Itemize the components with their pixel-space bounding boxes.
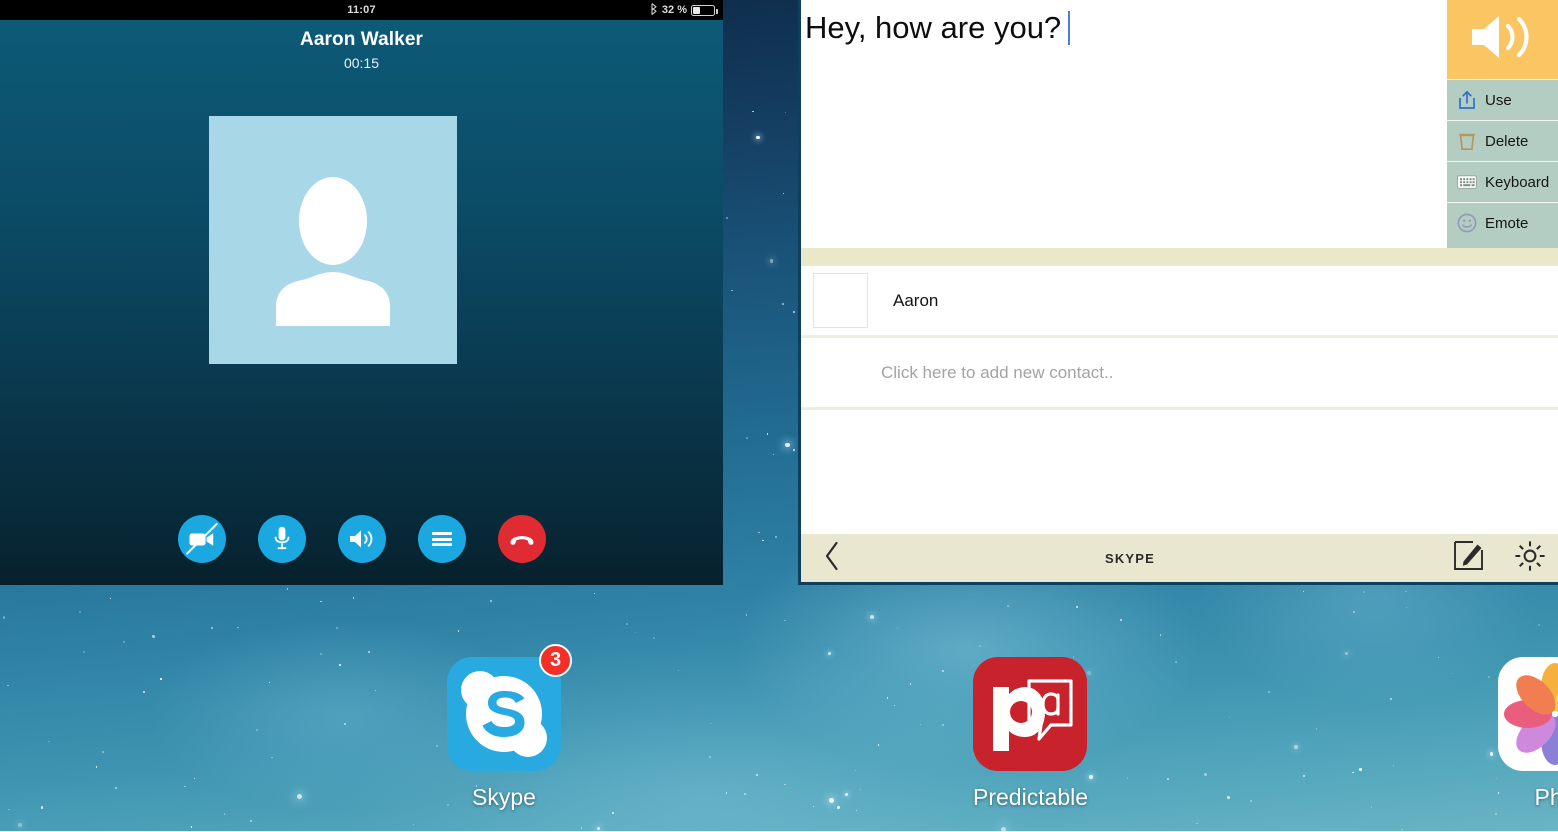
status-bar-clock: 11:07: [0, 4, 723, 16]
speak-aloud-button[interactable]: [1447, 0, 1558, 79]
app-predictable: Predictable: [973, 657, 1088, 811]
battery-percent-label: 32 %: [662, 4, 687, 16]
battery-fill: [693, 7, 700, 14]
table-row[interactable]: Aaron: [801, 266, 1558, 338]
app-label: Predictable: [973, 784, 1088, 811]
speaker-loud-icon: [1468, 12, 1538, 67]
end-call-button[interactable]: [498, 515, 546, 563]
person-placeholder-icon: [209, 176, 457, 326]
predictable-app-icon[interactable]: [973, 657, 1087, 771]
aac-action-sidebar: Use Delete: [1447, 0, 1558, 248]
battery-icon: [691, 5, 715, 16]
skype-app-icon[interactable]: 3: [447, 657, 561, 771]
page-title: SKYPE: [823, 551, 1437, 566]
section-divider-band: [801, 248, 1558, 266]
callee-name: Aaron Walker: [0, 29, 723, 51]
settings-button[interactable]: [1499, 539, 1558, 578]
app-label: Skype: [447, 784, 561, 811]
app-skype: 3 Skype: [447, 657, 561, 811]
hamburger-line: [432, 538, 452, 541]
message-compose-area[interactable]: Hey, how are you?: [801, 0, 1450, 245]
sidebar-item-label: Delete: [1485, 133, 1528, 150]
gear-icon: [1513, 539, 1547, 578]
call-duration: 00:15: [0, 55, 723, 71]
sidebar-item-emote[interactable]: Emote: [1447, 202, 1558, 243]
app-label: Pho: [1498, 784, 1558, 811]
speaker-button[interactable]: [338, 515, 386, 563]
sidebar-item-use[interactable]: Use: [1447, 79, 1558, 120]
skype-logo-icon: [447, 758, 561, 775]
photos-logo-icon: [1498, 758, 1558, 771]
skype-call-window: 11:07 32 % Aaron Walker 00:15: [0, 0, 723, 585]
smiley-face-icon: [1456, 212, 1478, 234]
compose-button[interactable]: [1437, 540, 1499, 576]
sidebar-item-delete[interactable]: Delete: [1447, 120, 1558, 161]
sidebar-item-label: Keyboard: [1485, 174, 1549, 191]
aac-bottom-toolbar: SKYPE: [801, 534, 1558, 582]
text-cursor: [1068, 11, 1070, 45]
app-photos: Pho: [1498, 657, 1558, 811]
sidebar-item-label: Emote: [1485, 215, 1528, 232]
compose-text: Hey, how are you?: [805, 10, 1061, 45]
callee-avatar: [209, 116, 457, 364]
sidebar-item-label: Use: [1485, 92, 1512, 109]
add-contact-placeholder: Click here to add new contact..: [881, 363, 1113, 383]
hamburger-line: [432, 543, 452, 546]
compose-pencil-square-icon: [1453, 540, 1484, 576]
call-controls-bar: [0, 515, 723, 563]
more-options-button[interactable]: [418, 515, 466, 563]
contact-name: Aaron: [893, 291, 938, 311]
contact-list: Aaron Click here to add new contact..: [801, 266, 1558, 410]
status-bar-right-cluster: 32 %: [650, 3, 715, 17]
mute-microphone-button[interactable]: [258, 515, 306, 563]
keyboard-keypad-icon: [1456, 171, 1478, 193]
hamburger-line: [432, 532, 452, 535]
sidebar-item-keyboard[interactable]: Keyboard: [1447, 161, 1558, 202]
add-new-contact-row[interactable]: Click here to add new contact..: [801, 338, 1558, 410]
predictable-aac-window: Hey, how are you? Use: [798, 0, 1558, 585]
share-up-box-icon: [1456, 89, 1478, 111]
ios-status-bar: 11:07 32 %: [0, 0, 723, 20]
photos-app-icon[interactable]: [1498, 657, 1558, 771]
predictable-logo-icon: [973, 758, 1087, 775]
trash-can-icon: [1456, 130, 1478, 152]
avatar: [813, 273, 868, 328]
bluetooth-icon: [650, 3, 658, 17]
status-badge: 3: [539, 644, 572, 677]
video-off-button[interactable]: [178, 515, 226, 563]
